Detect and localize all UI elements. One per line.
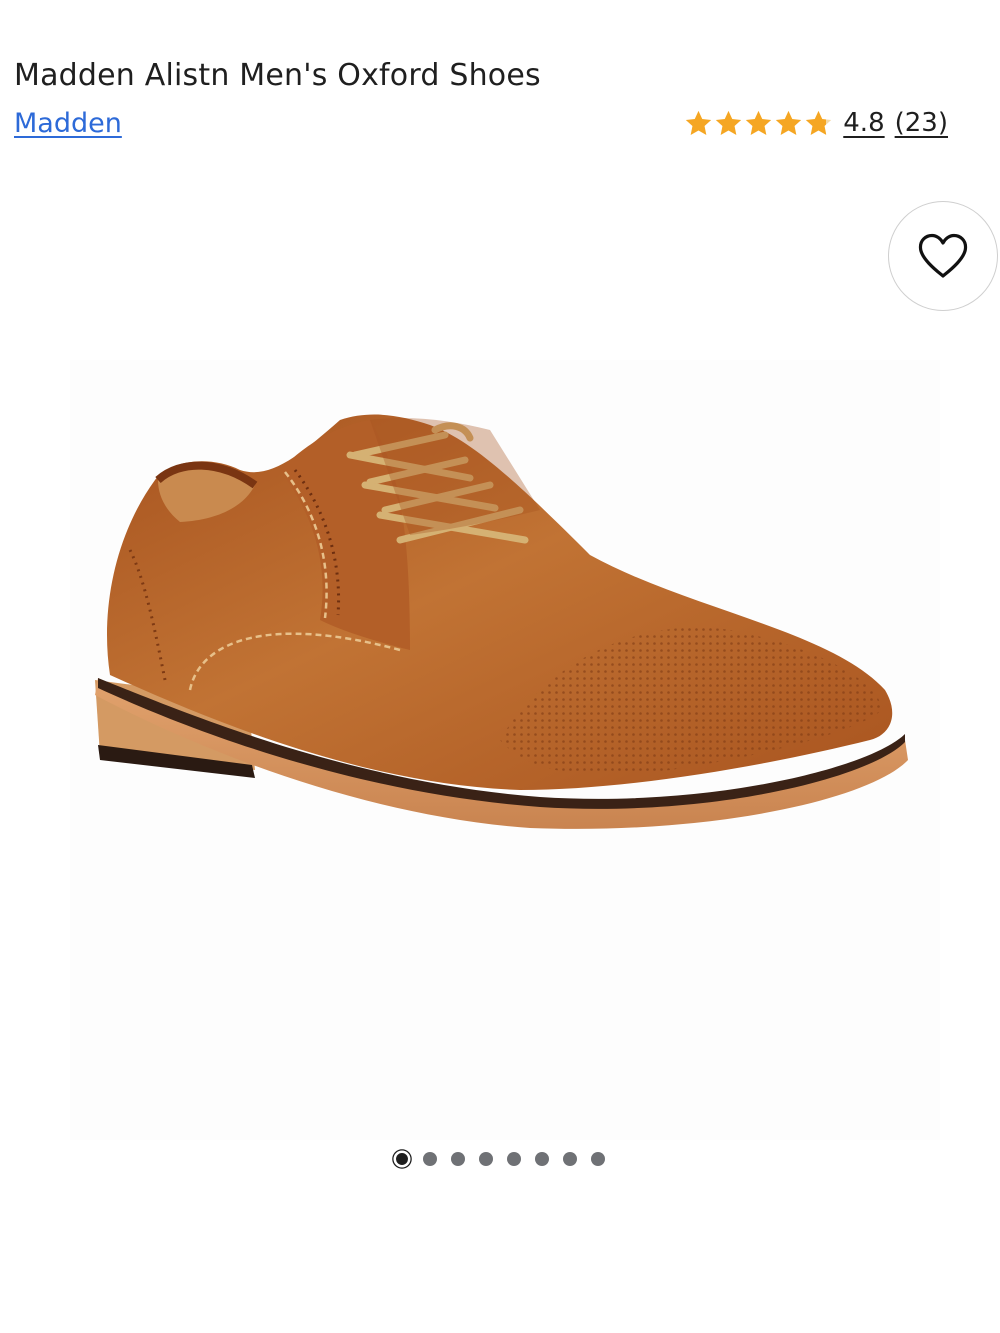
review-count[interactable]: (23) bbox=[895, 108, 948, 138]
oxford-shoe-image bbox=[95, 414, 908, 829]
carousel-dot[interactable] bbox=[591, 1152, 605, 1166]
carousel-dot[interactable] bbox=[423, 1152, 437, 1166]
carousel-dot[interactable] bbox=[507, 1152, 521, 1166]
product-image[interactable] bbox=[70, 360, 940, 1140]
carousel-dot[interactable] bbox=[451, 1152, 465, 1166]
star-icon bbox=[746, 110, 772, 135]
carousel-dot[interactable] bbox=[479, 1152, 493, 1166]
product-title: Madden Alistn Men's Oxford Shoes bbox=[14, 58, 541, 93]
star-icon bbox=[716, 110, 742, 135]
star-icon bbox=[686, 110, 712, 135]
carousel-dot[interactable] bbox=[396, 1153, 408, 1165]
heart-icon bbox=[918, 233, 968, 278]
star-rating bbox=[684, 109, 833, 138]
star-icon bbox=[806, 110, 832, 135]
brand-link[interactable]: Madden bbox=[14, 108, 122, 139]
carousel-dot[interactable] bbox=[535, 1152, 549, 1166]
carousel-dot[interactable] bbox=[563, 1152, 577, 1166]
favorite-button[interactable] bbox=[888, 201, 998, 311]
rating-value[interactable]: 4.8 bbox=[843, 108, 884, 138]
star-icon bbox=[776, 110, 802, 135]
rating-summary[interactable]: 4.8 (23) bbox=[684, 108, 948, 138]
image-carousel-dots bbox=[0, 1152, 1000, 1166]
